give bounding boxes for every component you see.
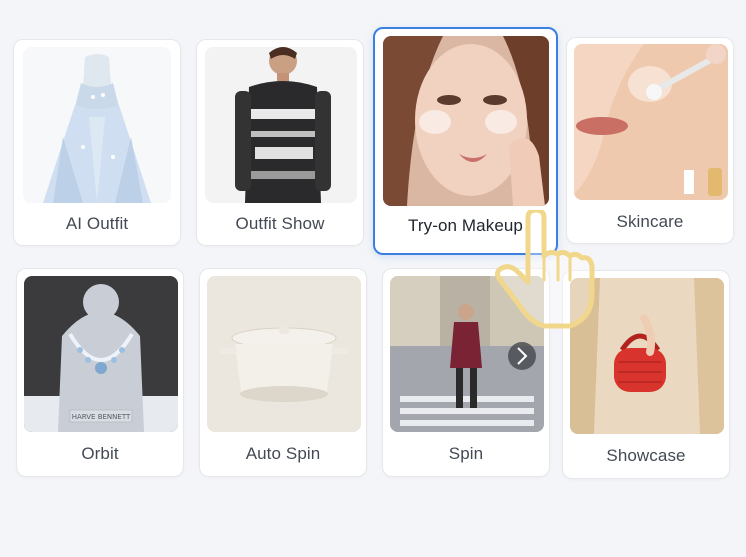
card-label: Spin — [448, 444, 484, 463]
ai-outfit-thumbnail — [23, 47, 171, 203]
spin-thumbnail — [390, 276, 544, 432]
card-label: Try-on Makeup — [408, 216, 523, 235]
card-auto-spin[interactable]: Auto Spin — [199, 268, 367, 477]
card-showcase[interactable]: Showcase — [562, 270, 730, 479]
card-label: Orbit — [81, 444, 119, 463]
card-ai-outfit[interactable]: AI Outfit — [13, 39, 181, 246]
skincare-thumbnail — [574, 44, 728, 200]
plaque-text: HARVE BENNETT — [72, 413, 131, 421]
next-arrow-button — [508, 342, 536, 370]
try-on-makeup-thumbnail — [383, 36, 549, 206]
card-label: Outfit Show — [235, 214, 325, 233]
card-label: AI Outfit — [65, 214, 129, 233]
card-outfit-show[interactable]: Outfit Show — [196, 39, 364, 246]
card-skincare[interactable]: Skincare — [566, 37, 734, 244]
outfit-show-thumbnail — [205, 47, 357, 203]
auto-spin-thumbnail — [207, 276, 361, 432]
card-spin[interactable]: Spin — [382, 268, 550, 477]
card-label: Auto Spin — [245, 444, 321, 463]
card-orbit[interactable]: HARVE BENNETT Orbit — [16, 268, 184, 477]
card-label: Skincare — [616, 212, 684, 231]
showcase-thumbnail — [570, 278, 724, 434]
orbit-thumbnail: HARVE BENNETT — [24, 276, 178, 432]
card-label: Showcase — [606, 446, 686, 465]
card-try-on-makeup[interactable]: Try-on Makeup — [373, 27, 558, 255]
